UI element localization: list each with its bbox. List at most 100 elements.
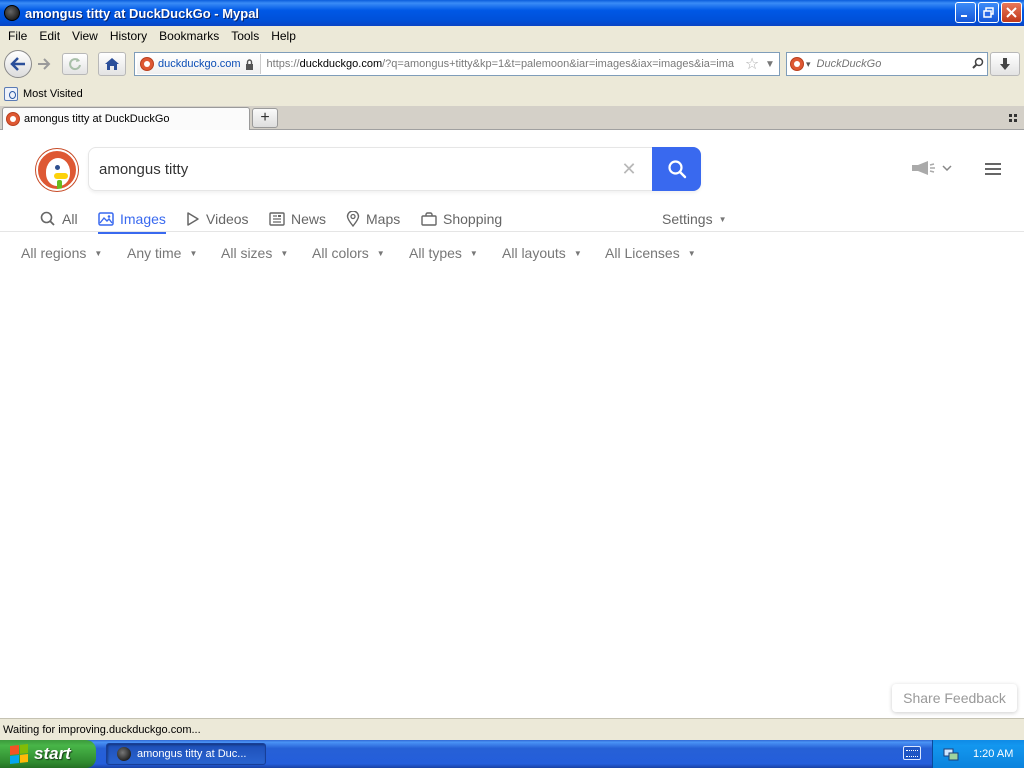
menu-edit[interactable]: Edit — [33, 29, 66, 43]
bookmark-most-visited[interactable]: Most Visited — [23, 88, 83, 100]
tab-videos[interactable]: Videos — [186, 206, 249, 232]
tab-news[interactable]: News — [269, 206, 326, 232]
duckduckgo-logo[interactable] — [36, 149, 78, 191]
search-input[interactable] — [99, 156, 599, 182]
url-dropdown-icon[interactable]: ▼ — [761, 59, 779, 70]
menu-bar: File Edit View History Bookmarks Tools H… — [0, 26, 1024, 46]
caret-down-icon: ▼ — [573, 248, 582, 258]
search-icon[interactable] — [969, 57, 987, 72]
menu-history[interactable]: History — [104, 29, 153, 43]
url-path: /?q=amongus+titty&kp=1&t=palemoon&iar=im… — [382, 58, 735, 70]
maximize-button[interactable] — [978, 2, 999, 23]
filter-region[interactable]: All regions ▼ — [21, 242, 102, 264]
filter-color[interactable]: All colors ▼ — [312, 242, 385, 264]
tab-news-label: News — [291, 211, 327, 227]
tab-shopping[interactable]: Shopping — [421, 206, 502, 232]
caret-down-icon: ▼ — [280, 248, 289, 258]
back-button[interactable] — [4, 50, 32, 78]
window-titlebar[interactable]: amongus titty at DuckDuckGo - Mypal — [0, 0, 1024, 26]
new-tab-button[interactable]: + — [252, 108, 278, 128]
search-engine-input[interactable] — [810, 58, 969, 70]
filter-color-label: All colors — [312, 245, 369, 261]
caret-down-icon: ▼ — [376, 248, 385, 258]
network-icon[interactable] — [943, 747, 959, 761]
filter-region-label: All regions — [21, 245, 87, 261]
filter-layout-label: All layouts — [502, 245, 566, 261]
duckduckgo-favicon — [6, 112, 20, 126]
caret-down-icon: ▼ — [687, 248, 696, 258]
start-button[interactable]: start — [0, 740, 96, 768]
menu-file[interactable]: File — [2, 29, 33, 43]
search-button[interactable] — [652, 147, 701, 191]
plus-icon: + — [260, 109, 270, 126]
close-button[interactable] — [1001, 2, 1022, 23]
minimize-icon — [961, 15, 967, 17]
address-bar[interactable]: duckduckgo.com https://duckduckgo.com/?q… — [134, 52, 780, 76]
tab-all-label: All — [62, 211, 78, 227]
home-icon — [105, 58, 119, 70]
page-content: ✕ All Images Videos News Maps — [0, 130, 1024, 718]
filter-time[interactable]: Any time ▼ — [127, 242, 197, 264]
caret-down-icon: ▼ — [94, 248, 103, 258]
status-text: Waiting for improving.duckduckgo.com... — [3, 723, 201, 736]
window-controls — [955, 2, 1022, 23]
tab-images[interactable]: Images — [98, 206, 166, 234]
search-icon — [40, 211, 55, 226]
menu-view[interactable]: View — [66, 29, 104, 43]
filter-license-label: All Licenses — [605, 245, 680, 261]
download-arrow-icon — [1000, 58, 1010, 70]
search-engine-selector[interactable]: ▾ — [787, 57, 811, 71]
restore-icon — [982, 6, 994, 18]
mypal-app-icon[interactable] — [4, 5, 20, 21]
nav-divider — [0, 231, 1024, 232]
menu-bookmarks[interactable]: Bookmarks — [153, 29, 225, 43]
search-form: ✕ — [88, 147, 701, 191]
keyboard-icon[interactable] — [903, 746, 921, 760]
tab-maps[interactable]: Maps — [346, 206, 400, 232]
whats-new-button[interactable] — [910, 160, 952, 176]
navigation-toolbar: duckduckgo.com https://duckduckgo.com/?q… — [0, 46, 1024, 82]
tab-images-label: Images — [120, 211, 166, 227]
start-label: start — [34, 744, 71, 763]
all-tabs-icon[interactable] — [1008, 112, 1018, 126]
windows-logo-icon — [10, 744, 28, 764]
home-button[interactable] — [98, 52, 126, 76]
url-text[interactable]: https://duckduckgo.com/?q=amongus+titty&… — [261, 58, 743, 70]
duckduckgo-favicon — [790, 57, 804, 71]
hamburger-menu-icon[interactable] — [985, 163, 1001, 175]
tab-active[interactable]: amongus titty at DuckDuckGo — [2, 107, 250, 130]
most-visited-icon — [4, 87, 18, 101]
shopping-bag-icon — [421, 212, 437, 226]
megaphone-icon — [912, 161, 935, 175]
caret-down-icon: ▼ — [718, 214, 727, 224]
clock[interactable]: 1:20 AM — [973, 748, 1013, 760]
reload-icon — [69, 58, 81, 71]
search-type-tabs: All Images Videos News Maps Shopping Set… — [40, 206, 727, 234]
filter-size-label: All sizes — [221, 245, 273, 261]
settings-label: Settings — [662, 211, 713, 227]
site-identity-button[interactable]: duckduckgo.com — [137, 54, 261, 74]
bookmark-star-icon[interactable]: ☆ — [743, 54, 761, 74]
clear-search-icon[interactable]: ✕ — [619, 159, 639, 179]
search-bar[interactable]: ▾ — [786, 52, 988, 76]
filter-type-label: All types — [409, 245, 462, 261]
minimize-button[interactable] — [955, 2, 976, 23]
forward-button[interactable] — [34, 55, 54, 73]
filter-layout[interactable]: All layouts ▼ — [502, 242, 582, 264]
menu-help[interactable]: Help — [265, 29, 302, 43]
filter-type[interactable]: All types ▼ — [409, 242, 478, 264]
taskbar-window-button[interactable]: amongus titty at Duc... — [106, 743, 266, 765]
site-identity-label: duckduckgo.com — [158, 58, 241, 70]
forward-arrow-icon — [38, 58, 51, 70]
filter-size[interactable]: All sizes ▼ — [221, 242, 288, 264]
settings-dropdown[interactable]: Settings ▼ — [662, 206, 727, 232]
caret-down-icon: ▼ — [189, 248, 198, 258]
filter-license[interactable]: All Licenses ▼ — [605, 242, 696, 264]
tab-all[interactable]: All — [40, 206, 78, 232]
windows-taskbar: start amongus titty at Duc... 1:20 AM — [0, 740, 1024, 768]
menu-tools[interactable]: Tools — [225, 29, 265, 43]
reload-button[interactable] — [62, 53, 88, 75]
duckduckgo-favicon — [140, 57, 154, 71]
downloads-button[interactable] — [990, 52, 1020, 76]
share-feedback-button[interactable]: Share Feedback — [892, 684, 1017, 712]
